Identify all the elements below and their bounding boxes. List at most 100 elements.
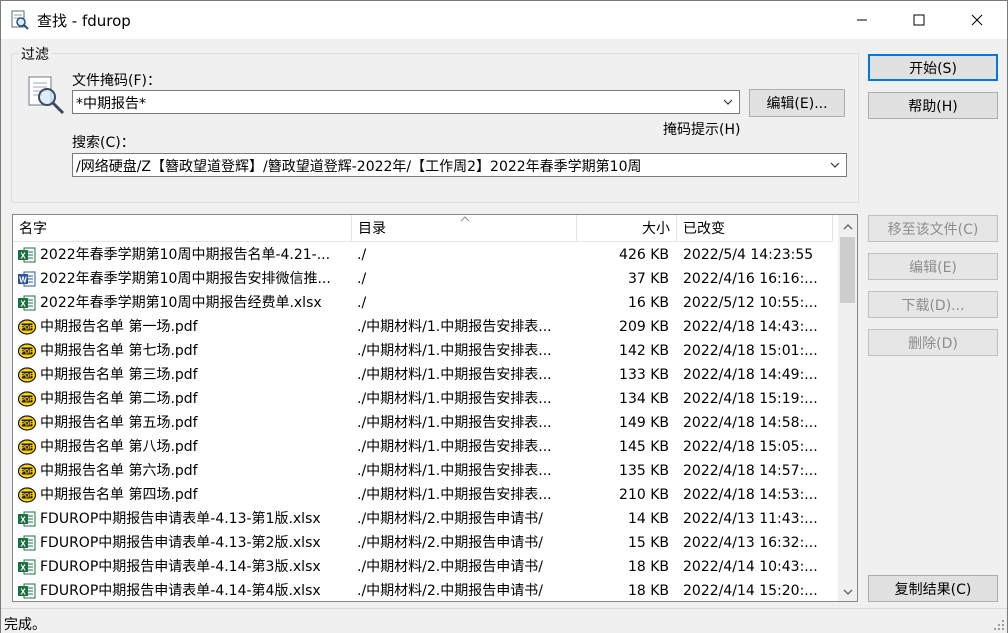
cell-name: 中期报告名单 第三场.pdf (40, 367, 198, 383)
svg-text:X: X (20, 516, 26, 525)
cell-dir: ./ (357, 295, 367, 311)
svg-text:X: X (20, 564, 26, 573)
chevron-down-icon[interactable] (828, 158, 842, 172)
cell-size: 149 KB (619, 415, 669, 431)
search-path-combobox[interactable]: /网络硬盘/Z【簪政望道登辉】/簪政望道登辉-2022年/【工作周2】2022年… (72, 153, 847, 177)
cell-size: 18 KB (627, 559, 669, 575)
table-row[interactable]: PDF 中期报告名单 第八场.pdf ./中期材料/1.中期报告安排表... 145 … (13, 435, 833, 459)
table-row[interactable]: X FDUROP中期报告申请表单-4.14-第4版.xlsx ./中期材料/2.中期… (13, 579, 833, 601)
close-button[interactable] (948, 1, 1006, 39)
excel-file-icon: X (18, 247, 36, 263)
status-text: 完成。 (4, 617, 46, 633)
title-bar[interactable]: 查找 - fdurop (1, 1, 1007, 39)
cell-modified: 2022/4/13 16:32:... (683, 535, 818, 551)
cell-size: 135 KB (619, 463, 669, 479)
cell-modified: 2022/4/16 16:16:... (683, 271, 818, 287)
table-row[interactable]: PDF 中期报告名单 第一场.pdf ./中期材料/1.中期报告安排表... 209 … (13, 315, 833, 339)
search-label: 搜索(C)： (72, 135, 135, 151)
cell-dir: ./中期材料/1.中期报告安排表... (357, 367, 552, 383)
minimize-button[interactable] (833, 1, 891, 39)
cell-dir: ./中期材料/1.中期报告安排表... (357, 415, 552, 431)
cell-name: 2022年春季学期第10周中期报告经费单.xlsx (40, 295, 322, 311)
chevron-down-icon[interactable] (721, 95, 735, 109)
scroll-up-button[interactable] (838, 217, 857, 236)
table-row[interactable]: PDF 中期报告名单 第七场.pdf ./中期材料/1.中期报告安排表... 142 … (13, 339, 833, 363)
pdf-file-icon: PDF (18, 463, 36, 479)
filter-group-legend: 过滤 (19, 44, 51, 64)
table-row[interactable]: PDF 中期报告名单 第三场.pdf ./中期材料/1.中期报告安排表... 133 … (13, 363, 833, 387)
cell-size: 426 KB (619, 247, 669, 263)
excel-file-icon: X (18, 535, 36, 551)
table-row[interactable]: X FDUROP中期报告申请表单-4.14-第3版.xlsx ./中期材料/2.中期… (13, 555, 833, 579)
list-header: 名字 目录 大小 已改变 (13, 215, 833, 242)
column-header-modified[interactable]: 已改变 (677, 215, 833, 242)
maximize-button[interactable] (890, 1, 948, 39)
cell-modified: 2022/4/13 11:43:... (683, 511, 818, 527)
cell-name: 中期报告名单 第一场.pdf (40, 319, 198, 335)
cell-name: FDUROP中期报告申请表单-4.13-第1版.xlsx (40, 511, 321, 527)
copy-results-button[interactable]: 复制结果(C) (868, 575, 998, 602)
goto-file-button[interactable]: 移至该文件(C) (868, 215, 998, 242)
table-row[interactable]: X FDUROP中期报告申请表单-4.13-第2版.xlsx ./中期材料/2.中期… (13, 531, 833, 555)
cell-modified: 2022/4/18 15:05:... (683, 439, 818, 455)
table-row[interactable]: PDF 中期报告名单 第五场.pdf ./中期材料/1.中期报告安排表... 149 … (13, 411, 833, 435)
excel-file-icon: X (18, 559, 36, 575)
cell-modified: 2022/4/18 14:53:... (683, 487, 818, 503)
cell-dir: ./ (357, 271, 367, 287)
delete-button[interactable]: 删除(D) (868, 329, 998, 356)
edit-file-button[interactable]: 编辑(E) (868, 253, 998, 280)
cell-name: 中期报告名单 第五场.pdf (40, 415, 198, 431)
results-list[interactable]: 名字 目录 大小 已改变 X 2022年春季学期第10周中期报告名单-4.21-.… (12, 214, 858, 602)
cell-size: 210 KB (619, 487, 669, 503)
cell-name: 中期报告名单 第七场.pdf (40, 343, 198, 359)
file-mask-value: *中期报告* (76, 96, 146, 112)
svg-text:PDF: PDF (21, 326, 33, 332)
mask-hint-link[interactable]: 掩码提示(H) (663, 119, 740, 139)
cell-modified: 2022/4/14 10:43:... (683, 559, 818, 575)
pdf-file-icon: PDF (18, 415, 36, 431)
scroll-thumb[interactable] (840, 237, 855, 303)
edit-mask-button[interactable]: 编辑(E)... (749, 89, 845, 117)
resize-grip-icon[interactable] (993, 619, 1005, 631)
pdf-file-icon: PDF (18, 343, 36, 359)
cell-size: 15 KB (627, 535, 669, 551)
scroll-down-button[interactable] (838, 582, 857, 601)
find-window: 查找 - fdurop 过滤 文件掩码(F)： *中期报告* 编辑(E)... … (0, 0, 1008, 633)
help-button[interactable]: 帮助(H) (868, 92, 998, 119)
table-row[interactable]: X 2022年春季学期第10周中期报告经费单.xlsx ./ 16 KB 2022/5/… (13, 291, 833, 315)
file-mask-label: 文件掩码(F)： (72, 73, 161, 89)
maximize-icon (913, 14, 925, 26)
table-row[interactable]: PDF 中期报告名单 第二场.pdf ./中期材料/1.中期报告安排表... 134 … (13, 387, 833, 411)
cell-size: 142 KB (619, 343, 669, 359)
svg-text:X: X (20, 540, 26, 549)
table-row[interactable]: PDF 中期报告名单 第六场.pdf ./中期材料/1.中期报告安排表... 135 … (13, 459, 833, 483)
excel-file-icon: X (18, 511, 36, 527)
svg-text:PDF: PDF (21, 470, 33, 476)
cell-name: 中期报告名单 第八场.pdf (40, 439, 198, 455)
vertical-scrollbar[interactable] (838, 215, 857, 601)
svg-text:PDF: PDF (21, 446, 33, 452)
cell-name: FDUROP中期报告申请表单-4.13-第2版.xlsx (40, 535, 321, 551)
cell-size: 37 KB (627, 271, 669, 287)
column-header-size[interactable]: 大小 (577, 215, 677, 242)
close-icon (971, 14, 983, 26)
cell-size: 18 KB (627, 583, 669, 599)
cell-modified: 2022/4/18 15:01:... (683, 343, 818, 359)
table-row[interactable]: X FDUROP中期报告申请表单-4.13-第1版.xlsx ./中期材料/2.中期… (13, 507, 833, 531)
table-row[interactable]: PDF 中期报告名单 第四场.pdf ./中期材料/1.中期报告安排表... 210 … (13, 483, 833, 507)
start-button[interactable]: 开始(S) (868, 54, 998, 81)
download-button[interactable]: 下载(D)... (868, 291, 998, 318)
file-mask-combobox[interactable]: *中期报告* (72, 90, 740, 114)
table-row[interactable]: W 2022年春季学期第10周中期报告安排微信推... ./ 37 KB 2022/4/… (13, 267, 833, 291)
window-title: 查找 - fdurop (37, 12, 131, 30)
cell-dir: ./ (357, 247, 367, 263)
table-row[interactable]: X 2022年春季学期第10周中期报告名单-4.21-... ./ 426 KB 202… (13, 243, 833, 267)
svg-text:X: X (20, 252, 26, 261)
svg-text:PDF: PDF (21, 494, 33, 500)
cell-dir: ./中期材料/2.中期报告申请书/ (357, 583, 543, 599)
pdf-file-icon: PDF (18, 439, 36, 455)
search-path-value: /网络硬盘/Z【簪政望道登辉】/簪政望道登辉-2022年/【工作周2】2022年… (76, 159, 642, 175)
word-file-icon: W (18, 271, 36, 287)
column-header-name[interactable]: 名字 (13, 215, 352, 242)
cell-size: 16 KB (627, 295, 669, 311)
